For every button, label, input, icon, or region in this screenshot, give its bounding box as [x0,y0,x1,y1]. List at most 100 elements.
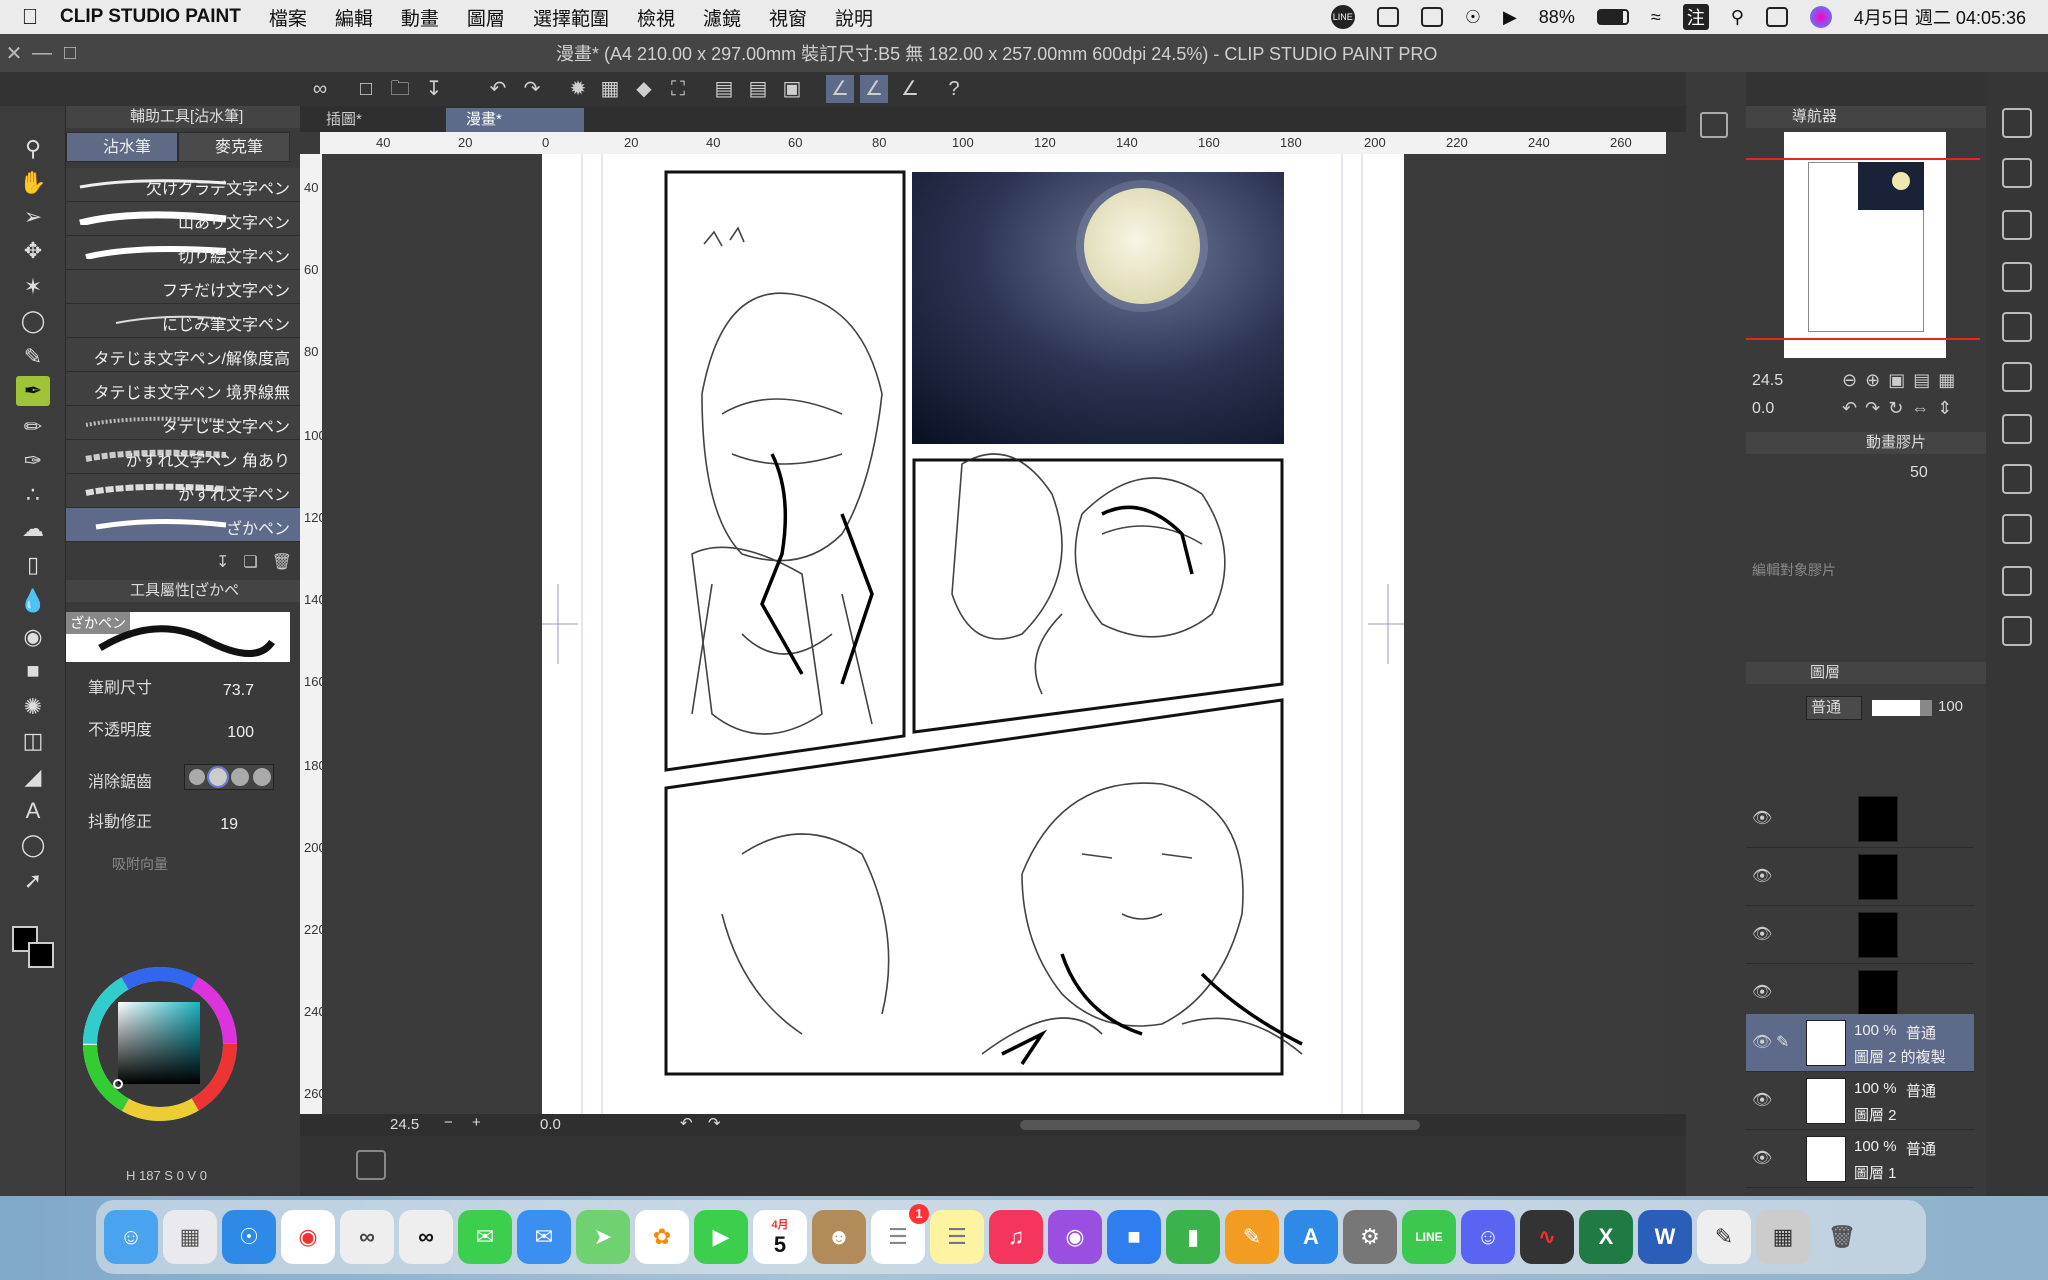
horizontal-scrollbar[interactable] [1020,1120,1420,1130]
tab-marker[interactable]: 麥克筆 [178,132,290,162]
rotate-right-icon[interactable]: ↷ [708,1114,721,1132]
brush-item[interactable]: かすれ文字ペン [66,474,300,508]
layer-row[interactable]: 👁 100 % 普通 圖層 1 [1746,1130,1974,1188]
manga-panels[interactable] [542,154,1404,1116]
blend-tool-icon[interactable]: 💧 [16,586,50,616]
flip-horizontal-icon[interactable]: ⇔ [1911,398,1929,419]
new-file-icon[interactable]: □ [352,75,380,103]
snap-special-ruler-icon[interactable]: ∠ [860,75,888,103]
photos-icon[interactable]: ✿ [635,1210,689,1264]
brush-item[interactable]: タテじま文字ペン [66,406,300,440]
eyedropper-tool-icon[interactable]: ✎ [16,342,50,372]
discord-icon[interactable]: ☺ [1461,1210,1515,1264]
rotate-left-icon[interactable]: ↶ [1842,398,1857,419]
menu-animation[interactable]: 動畫 [401,4,439,31]
zoom-out-icon[interactable]: − [444,1114,453,1131]
app-store-icon[interactable]: A [1284,1210,1338,1264]
clip-studio-icon[interactable]: ∞ [340,1210,394,1264]
object-tool-icon[interactable]: ➢ [16,202,50,232]
pages-icon[interactable]: ✎ [1225,1210,1279,1264]
help-icon[interactable]: ? [940,75,968,103]
eye-icon[interactable]: 👁 [1752,982,1772,1002]
trash-icon[interactable]: 🗑 [1815,1210,1869,1264]
snap-grid-icon[interactable]: ∠ [896,75,924,103]
brush-item[interactable]: 山あり文字ペン [66,202,300,236]
stabilization-value[interactable]: 19 [220,816,238,834]
zoom-in-icon[interactable]: + [472,1114,481,1131]
snap-ruler-icon[interactable]: ∠ [826,75,854,103]
balloon-tool-icon[interactable]: ◯ [16,830,50,860]
correct-line-tool-icon[interactable]: ➚ [16,866,50,896]
history-icon[interactable] [2002,464,2032,494]
maximize-icon[interactable]: □ [56,42,84,65]
tab-pen[interactable]: 沾水筆 [66,132,178,162]
save-icon[interactable]: ↧ [420,75,448,103]
brush-item[interactable]: タテじま文字ペン 境界線無 [66,372,300,406]
battery-icon[interactable] [1596,9,1629,25]
menu-selection[interactable]: 選擇範圍 [533,4,609,31]
reset-rotate-icon[interactable]: ↻ [1888,398,1903,419]
music-icon[interactable]: ♫ [989,1210,1043,1264]
accessibility-icon[interactable]: ☉ [1465,7,1481,28]
undo-icon[interactable]: ↶ [484,75,512,103]
copy-subtool-icon[interactable]: ↧ [216,552,229,572]
opacity-value[interactable]: 100 [227,724,254,742]
timeline-toggle-icon[interactable] [356,1150,386,1180]
delete-subtool-icon[interactable]: 🗑 [272,552,292,572]
lasso-tool-icon[interactable]: ◯ [16,306,50,336]
menu-filter[interactable]: 濾鏡 [703,4,741,31]
clock[interactable]: 4月5日 週二 04:05:36 [1854,4,2026,30]
navigator-zoom[interactable]: 24.5 [1752,372,1783,390]
redo-icon[interactable]: ↷ [518,75,546,103]
layer-search-icon[interactable] [2002,414,2032,444]
brush-item[interactable]: フチだけ文字ペン [66,270,300,304]
brush-tool-icon[interactable]: ✑ [16,446,50,476]
textedit-icon[interactable]: ✎ [1697,1210,1751,1264]
maps-icon[interactable]: ➤ [576,1210,630,1264]
clear-icon[interactable]: ✹ [564,75,592,103]
eye-icon[interactable]: 👁 [1752,808,1772,828]
panel-toggle-icon[interactable] [1700,112,1728,138]
siri-icon[interactable] [1809,6,1832,28]
open-file-icon[interactable]: 🗀 [386,75,414,103]
close-icon[interactable]: ✕ [0,41,28,66]
item-bank-icon[interactable] [2002,210,2032,240]
frame-folder-layer[interactable]: 👁 [1746,848,1974,906]
airbrush-tool-icon[interactable]: ∴ [16,480,50,510]
chrome-icon[interactable]: ◉ [281,1210,335,1264]
word-icon[interactable]: W [1638,1210,1692,1264]
figure-tool-icon[interactable]: ✺ [16,692,50,722]
move-tool-icon[interactable]: ✥ [16,236,50,266]
actual-size-icon[interactable]: ▤ [1913,370,1930,391]
eye-icon[interactable]: 👁 [1752,1090,1772,1110]
menu-view[interactable]: 檢視 [637,4,675,31]
blend-mode-select[interactable]: 普通 [1806,696,1862,720]
finder-icon[interactable]: ☺ [104,1210,158,1264]
spotlight-search-icon[interactable]: ⚲ [1731,7,1744,28]
zoom-tool-icon[interactable]: ⚲ [16,134,50,164]
layer-opacity-value[interactable]: 100 [1938,698,1963,715]
frame-folder-layer[interactable]: 👁 [1746,790,1974,848]
clip-studio-icon[interactable]: ∞ [306,75,334,103]
brush-size-value[interactable]: 73.7 [223,682,254,700]
eye-icon[interactable]: 👁 [1752,1032,1772,1052]
navigator-panel-icon[interactable] [2002,108,2032,138]
eraser-tool-icon[interactable]: ▯ [16,550,50,580]
wifi-icon[interactable]: ≈ [1651,7,1661,28]
brush-item[interactable]: 切り絵文字ペン [66,236,300,270]
hand-tool-icon[interactable]: ✋ [16,168,50,198]
canvas-zoom-value[interactable]: 24.5 [390,1116,419,1133]
app-menu[interactable]: CLIP STUDIO PAINT [60,6,241,28]
material-icon[interactable] [2002,262,2032,292]
navigator-preview[interactable] [1784,132,1946,358]
deselect-icon[interactable]: ▤ [710,75,738,103]
layer-row[interactable]: 👁 100 % 普通 圖層 2 [1746,1072,1974,1130]
podcasts-icon[interactable]: ◉ [1048,1210,1102,1264]
brush-item-selected[interactable]: ざかペン [66,508,300,542]
onion-opacity[interactable]: 50 [1910,464,1928,482]
contacts-icon[interactable]: ☻ [812,1210,866,1264]
export-icon[interactable] [2002,566,2032,596]
zoom-in-icon[interactable]: ⊕ [1865,370,1880,391]
facetime-icon[interactable]: ▶ [694,1210,748,1264]
share-icon[interactable] [2002,616,2032,646]
